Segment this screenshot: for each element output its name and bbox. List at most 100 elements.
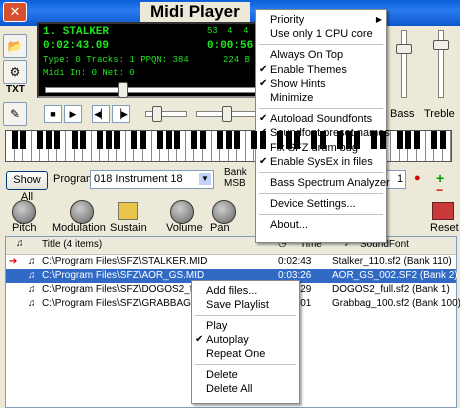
settings-icon[interactable]: ⚙ (3, 60, 27, 84)
piano-black-key[interactable] (294, 131, 301, 149)
piano-black-key[interactable] (174, 131, 181, 149)
sustain-icon[interactable] (118, 202, 138, 220)
app-title: Midi Player (140, 2, 250, 22)
pan-knob[interactable] (212, 200, 236, 224)
piano-white-key[interactable] (152, 131, 164, 161)
menu-item[interactable]: Delete (192, 368, 299, 382)
piano-white-key[interactable] (212, 131, 224, 161)
menu-item[interactable]: Play (192, 319, 299, 333)
treble-thumb[interactable] (433, 40, 449, 50)
row-title: C:\Program Files\SFZ\AOR_GS.MID (42, 270, 205, 281)
menu-item[interactable]: Always On Top (256, 48, 386, 62)
piano-white-key[interactable] (126, 131, 138, 161)
piano-black-key[interactable] (311, 131, 318, 149)
record-icon[interactable]: ● (414, 172, 421, 184)
menu-item[interactable]: Save Playlist (192, 298, 299, 312)
reset-icon[interactable] (432, 202, 454, 220)
piano-black-key[interactable] (371, 131, 378, 149)
position-slider[interactable] (45, 87, 257, 93)
piano-black-key[interactable] (199, 131, 206, 149)
next-icon[interactable]: ▕▶ (112, 105, 130, 123)
bass-label: Bass (390, 108, 415, 120)
menu-item[interactable]: Repeat One (192, 347, 299, 361)
piano-black-key[interactable] (277, 131, 283, 149)
piano-white-key[interactable] (6, 131, 18, 161)
piano-black-key[interactable] (354, 131, 361, 149)
piano-black-key[interactable] (405, 131, 412, 149)
stop-icon[interactable]: ■ (44, 105, 62, 123)
piano-black-key[interactable] (20, 131, 27, 149)
menu-item[interactable]: ✔ Autoplay (192, 333, 299, 347)
pitch-knob[interactable] (12, 200, 36, 224)
piano-black-key[interactable] (191, 131, 198, 149)
pen-icon[interactable]: ✎ (3, 102, 27, 126)
menu-item[interactable]: ✔ Enable SysEx in files (256, 155, 386, 169)
menu-item[interactable]: About... (256, 218, 386, 232)
piano-black-key[interactable] (225, 131, 232, 149)
bass-slider[interactable] (401, 30, 407, 98)
piano-black-key[interactable] (251, 131, 258, 149)
piano-black-key[interactable] (71, 131, 78, 149)
piano-black-key[interactable] (105, 131, 112, 149)
menu-item[interactable]: ✔ Enable Themes (256, 63, 386, 77)
piano-white-key[interactable] (32, 131, 44, 161)
piano-black-key[interactable] (131, 131, 138, 149)
piano-black-key[interactable] (140, 131, 146, 149)
piano-white-key[interactable] (66, 131, 78, 161)
piano-black-key[interactable] (234, 131, 241, 149)
piano-black-key[interactable] (114, 131, 121, 149)
piano-black-key[interactable] (97, 131, 104, 149)
show-all-button[interactable]: Show All (6, 171, 48, 203)
position-thumb[interactable] (118, 82, 128, 98)
piano-black-key[interactable] (54, 131, 61, 149)
program-select[interactable]: 018 Instrument 18 ▼ (90, 170, 214, 189)
piano-black-key[interactable] (259, 131, 266, 149)
menu-item-label: Priority (270, 14, 305, 26)
menu-item[interactable]: Device Settings... (256, 197, 386, 211)
menu-item[interactable]: Bass Spectrum Analyzer (256, 176, 390, 190)
balance-thumb[interactable] (222, 106, 232, 122)
piano-white-key[interactable] (246, 131, 258, 161)
play-icon[interactable]: ▶ (64, 105, 82, 123)
piano-black-key[interactable] (414, 131, 420, 149)
piano-black-key[interactable] (379, 131, 386, 149)
piano-white-key[interactable] (92, 131, 104, 161)
menu-item[interactable]: Add files... (192, 284, 299, 298)
piano-black-key[interactable] (165, 131, 172, 149)
menu-item[interactable]: Use only 1 CPU core (256, 27, 386, 41)
prev-icon[interactable]: ◀▏ (92, 105, 110, 123)
menu-item[interactable]: Priority ▶ (256, 13, 386, 27)
piano-black-key[interactable] (345, 131, 352, 149)
piano-white-key[interactable] (391, 131, 403, 161)
piano-black-key[interactable] (157, 131, 164, 149)
header-title[interactable]: Title (4 items) (42, 239, 102, 250)
modulation-knob[interactable] (70, 200, 94, 224)
volume-knob[interactable] (170, 200, 194, 224)
menu-item[interactable]: ✔ Show Hints (256, 77, 386, 91)
piano-black-key[interactable] (217, 131, 224, 149)
table-row[interactable]: ➔ ♫ C:\Program Files\SFZ\STALKER.MID 0:02:4… (6, 255, 456, 269)
piano-white-key[interactable] (186, 131, 198, 161)
menu-item[interactable]: ✔ Autoload Soundfonts (256, 112, 386, 126)
piano-black-key[interactable] (319, 131, 326, 149)
piano-black-key[interactable] (37, 131, 44, 149)
piano-white-key[interactable] (426, 131, 438, 161)
chevron-down-icon[interactable]: ▼ (199, 173, 211, 185)
check-icon: ✔ (259, 77, 268, 89)
piano-black-key[interactable] (80, 131, 87, 149)
open-folder-icon[interactable]: 📂 (3, 34, 27, 58)
bass-thumb[interactable] (396, 44, 412, 54)
piano-black-key[interactable] (11, 131, 18, 149)
piano-black-key[interactable] (336, 131, 343, 149)
piano-black-key[interactable] (439, 131, 446, 149)
menu-item[interactable]: Delete All (192, 382, 299, 396)
tempo-thumb[interactable] (152, 106, 162, 122)
remove-icon[interactable]: − (436, 183, 443, 197)
menu-item[interactable]: Minimize (256, 91, 386, 105)
piano-black-key[interactable] (431, 131, 438, 149)
piano-black-key[interactable] (45, 131, 52, 149)
msb-label: MSB (224, 178, 246, 189)
piano-black-key[interactable] (396, 131, 403, 149)
close-icon[interactable]: ✕ (3, 2, 27, 22)
piano-black-key[interactable] (285, 131, 292, 149)
